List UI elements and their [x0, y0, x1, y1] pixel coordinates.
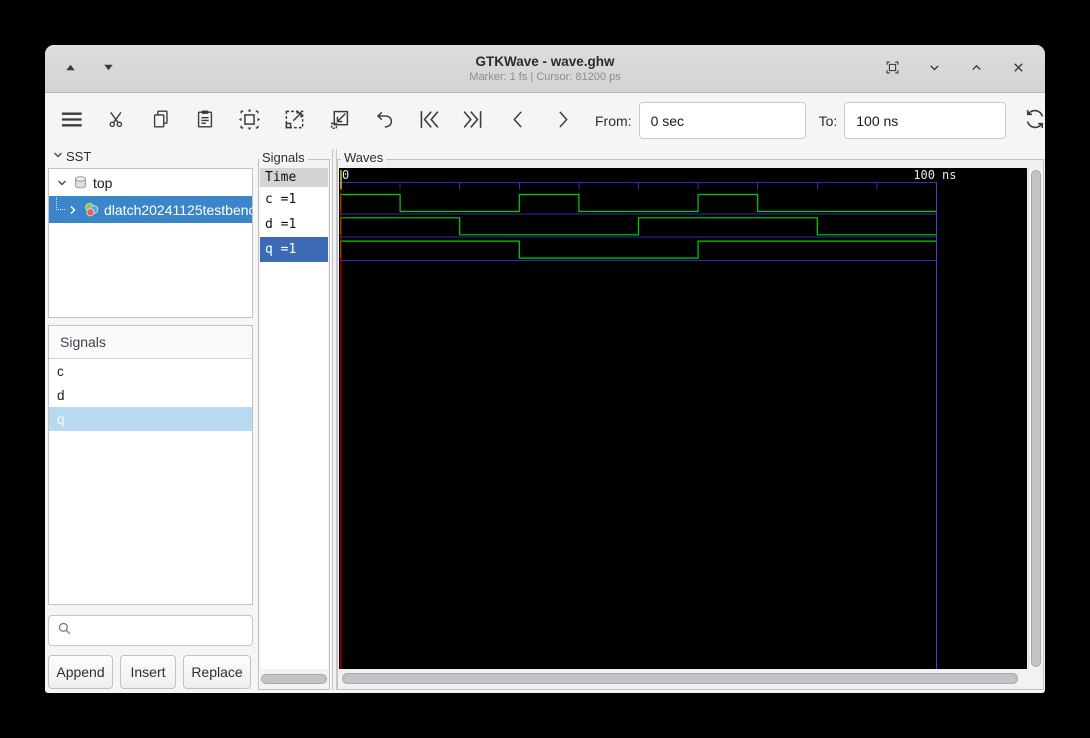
fit-icon — [884, 59, 901, 79]
from-label: From: — [595, 112, 632, 129]
insert-button[interactable]: Insert — [120, 655, 176, 689]
fit-button[interactable] — [879, 56, 905, 82]
close-button[interactable] — [1005, 56, 1031, 82]
paste-button[interactable] — [192, 103, 218, 139]
triangle-down-icon — [102, 61, 115, 76]
menu-icon — [58, 106, 85, 136]
signal-list-item[interactable]: c — [49, 359, 252, 383]
component-icon — [84, 202, 99, 217]
triangle-up-icon — [64, 61, 77, 76]
skip-to-end-icon — [461, 107, 486, 135]
waves-canvas[interactable]: 0 100 ns — [339, 168, 1027, 669]
waves-vscrollbar[interactable] — [1028, 168, 1043, 669]
time-header: Time — [260, 168, 328, 187]
sst-header[interactable]: SST — [52, 149, 91, 164]
expander-down-icon[interactable] — [52, 149, 64, 164]
paste-icon — [194, 108, 216, 133]
signal-values-wrap: Time c =1 d =1 q =1 — [260, 168, 328, 669]
zoom-out-button[interactable] — [326, 103, 353, 139]
triangle-up-button[interactable] — [57, 56, 83, 82]
append-button[interactable]: Append — [48, 655, 113, 689]
cut-icon — [106, 108, 128, 133]
copy-icon — [150, 108, 172, 133]
tree-node-label: dlatch20241125testbench — [104, 201, 252, 218]
reload-button[interactable] — [1022, 103, 1045, 139]
step-right-button[interactable] — [549, 103, 575, 139]
skip-to-start-button[interactable] — [415, 103, 442, 139]
signal-values-list: c =1 d =1 q =1 — [260, 187, 328, 262]
toolbar: From: To: — [45, 94, 1045, 147]
zoom-in-icon — [282, 107, 307, 135]
waves-frame-label: Waves — [341, 150, 387, 165]
zoom-out-icon — [327, 107, 352, 135]
tree-guide — [56, 196, 65, 210]
tree-node-dlatch20241125testbench[interactable]: dlatch20241125testbench — [49, 196, 252, 223]
scrollbar-thumb[interactable] — [1031, 170, 1041, 667]
titlebar-right — [879, 45, 1031, 92]
search-icon — [57, 621, 72, 641]
signal-value-row[interactable]: d =1 — [260, 212, 328, 237]
undo-button[interactable] — [371, 103, 397, 139]
signal-names-panel: Time c =1 d =1 q =1 — [258, 159, 330, 690]
titlebar: GTKWave - wave.ghw Marker: 1 fs | Cursor… — [45, 45, 1045, 93]
expander-down-icon[interactable] — [56, 177, 68, 189]
zoom-in-button[interactable] — [281, 103, 308, 139]
signal-names-hscrollbar[interactable] — [261, 674, 327, 684]
waves-hscrollbar[interactable] — [339, 672, 1043, 686]
marker-cursor-status: Marker: 1 fs | Cursor: 81200 ps — [469, 71, 621, 83]
tree-node-label: top — [93, 174, 113, 191]
titlebar-left — [57, 45, 121, 92]
signal-search-panel: Signals cdq — [48, 325, 253, 605]
sst-tree: top dlatch20241125testbench — [48, 168, 253, 318]
zoom-fit-icon — [237, 107, 262, 135]
chevron-down-icon — [927, 60, 942, 78]
waves-panel: 0 100 ns — [337, 159, 1044, 690]
scrollbar-thumb[interactable] — [342, 673, 1018, 684]
chevron-up-icon — [969, 60, 984, 78]
search-box — [48, 615, 253, 646]
undo-icon — [373, 108, 396, 134]
svg-text:0: 0 — [342, 168, 349, 182]
sst-label: SST — [66, 149, 92, 164]
scrollbar-thumb[interactable] — [261, 674, 327, 684]
tree-node-top[interactable]: top — [49, 169, 252, 196]
zoom-fit-button[interactable] — [236, 103, 263, 139]
step-right-icon — [551, 108, 574, 134]
step-left-button[interactable] — [505, 103, 531, 139]
skip-to-start-icon — [416, 107, 441, 135]
signal-value-row[interactable]: q =1 — [260, 237, 328, 262]
toolbar-icons — [57, 103, 593, 139]
close-icon — [1011, 60, 1026, 78]
cut-button[interactable] — [104, 103, 130, 139]
signal-list-item[interactable]: q — [49, 407, 252, 431]
gtkwave-window: GTKWave - wave.ghw Marker: 1 fs | Cursor… — [45, 45, 1045, 693]
to-label: To: — [818, 112, 838, 129]
window-title: GTKWave - wave.ghw — [475, 54, 615, 69]
signal-search-list: cdq — [49, 359, 252, 431]
svg-text:ns: ns — [942, 168, 956, 182]
signal-names-frame-label: Signals — [259, 150, 308, 165]
skip-to-end-button[interactable] — [460, 103, 487, 139]
reload-icon — [1022, 106, 1045, 135]
signal-list-item[interactable]: d — [49, 383, 252, 407]
chevron-up-button[interactable] — [963, 56, 989, 82]
signal-search-header: Signals — [49, 326, 252, 359]
menu-button[interactable] — [57, 103, 86, 139]
to-input[interactable] — [844, 102, 1007, 139]
signal-value-row[interactable]: c =1 — [260, 187, 328, 212]
from-input[interactable] — [638, 102, 806, 139]
search-input[interactable] — [78, 623, 244, 638]
step-left-icon — [507, 108, 530, 134]
triangle-down-button[interactable] — [95, 56, 121, 82]
chevron-down-button[interactable] — [921, 56, 947, 82]
expander-right-icon[interactable] — [67, 204, 79, 216]
svg-text:100: 100 — [913, 168, 935, 182]
cylinder-icon — [73, 175, 88, 190]
copy-button[interactable] — [148, 103, 174, 139]
replace-button[interactable]: Replace — [183, 655, 251, 689]
